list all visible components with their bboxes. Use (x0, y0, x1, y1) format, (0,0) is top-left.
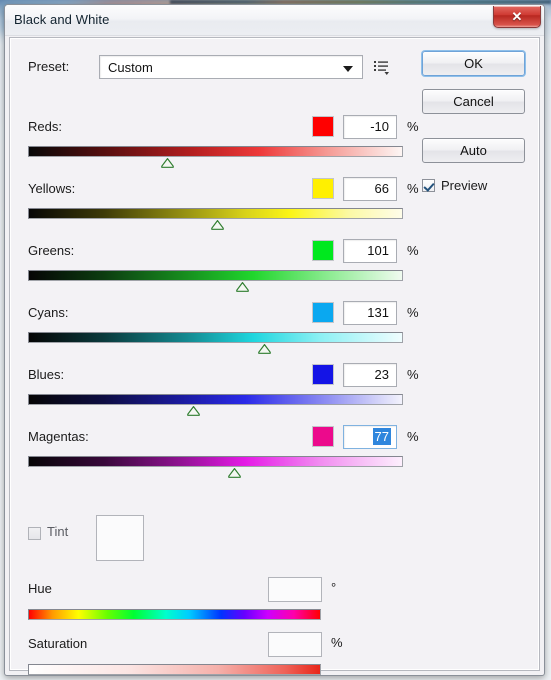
saturation-label: Saturation (28, 636, 88, 651)
preview-checkbox[interactable] (422, 179, 435, 192)
preview-row[interactable]: Preview (422, 178, 525, 193)
channel-input-reds[interactable]: -10 (343, 115, 397, 139)
channel-track-reds[interactable] (28, 146, 403, 157)
channel-value-magentas: 77 (372, 428, 391, 445)
tint-label: Tint (47, 524, 69, 539)
channel-input-greens[interactable]: 101 (343, 239, 397, 263)
channel-unit-reds: % (407, 119, 419, 134)
cancel-button[interactable]: Cancel (422, 89, 525, 114)
hue-gradient-bar[interactable] (28, 609, 321, 620)
channel-thumb-greens[interactable] (235, 282, 249, 292)
channel-thumb-yellows[interactable] (211, 220, 225, 230)
channel-label-yellows: Yellows: (28, 181, 76, 196)
channel-track-magentas[interactable] (28, 456, 403, 467)
preset-options-icon[interactable] (373, 58, 391, 76)
saturation-unit: % (331, 635, 343, 650)
channel-label-greens: Greens: (28, 243, 75, 258)
channel-input-cyans[interactable]: 131 (343, 301, 397, 325)
channel-thumb-magentas[interactable] (228, 468, 242, 478)
channel-track-blues[interactable] (28, 394, 403, 405)
channel-input-magentas[interactable]: 77 (343, 425, 397, 449)
channel-color-swatch-greens (312, 240, 334, 261)
preset-label: Preset: (28, 59, 70, 74)
channel-unit-cyans: % (407, 305, 419, 320)
channel-value-reds: -10 (370, 119, 389, 134)
hue-unit: ° (331, 580, 337, 595)
channel-track-yellows[interactable] (28, 208, 403, 219)
title-bar[interactable]: Black and White ✕ (5, 5, 544, 36)
hue-label: Hue (28, 581, 52, 596)
channel-label-blues: Blues: (28, 367, 65, 382)
channel-input-yellows[interactable]: 66 (343, 177, 397, 201)
channel-label-cyans: Cyans: (28, 305, 69, 320)
dialog-client-area: Preset: Custom Reds: -10% Yellows: 66% Green… (9, 37, 540, 675)
channel-value-yellows: 66 (374, 181, 389, 196)
dialog-title: Black and White (14, 12, 110, 27)
channel-label-magentas: Magentas: (28, 429, 89, 444)
channel-track-greens[interactable] (28, 270, 403, 281)
channel-color-swatch-blues (312, 364, 334, 385)
channel-value-greens: 101 (367, 243, 389, 258)
channel-value-cyans: 131 (367, 305, 389, 320)
preset-dropdown[interactable]: Custom (99, 55, 363, 79)
channel-thumb-blues[interactable] (187, 406, 200, 416)
channel-unit-magentas: % (407, 429, 419, 444)
channel-color-swatch-yellows (312, 178, 334, 199)
preview-label: Preview (441, 178, 488, 193)
preset-selected-value: Custom (108, 60, 153, 75)
saturation-gradient-bar[interactable] (28, 664, 321, 675)
tint-color-swatch[interactable] (96, 515, 144, 561)
channel-thumb-cyans[interactable] (258, 344, 272, 354)
ok-button[interactable]: OK (422, 51, 525, 76)
chevron-down-icon (343, 66, 353, 72)
channel-color-swatch-cyans (312, 302, 334, 323)
channel-input-blues[interactable]: 23 (343, 363, 397, 387)
black-and-white-dialog: Black and White ✕ Preset: Custom Reds: -… (4, 4, 545, 676)
channel-unit-yellows: % (407, 181, 419, 196)
channel-color-swatch-reds (312, 116, 334, 137)
channel-label-reds: Reds: (28, 119, 62, 134)
channel-unit-blues: % (407, 367, 419, 382)
close-button[interactable]: ✕ (493, 6, 541, 28)
tint-checkbox[interactable] (28, 527, 41, 540)
hue-input[interactable] (268, 577, 322, 602)
channel-thumb-reds[interactable] (160, 158, 174, 168)
channel-value-blues: 23 (374, 367, 389, 382)
auto-button[interactable]: Auto (422, 138, 525, 163)
channel-color-swatch-magentas (312, 426, 334, 447)
saturation-input[interactable] (268, 632, 322, 657)
channel-unit-greens: % (407, 243, 419, 258)
close-icon: ✕ (511, 9, 523, 24)
dialog-buttons: OK Cancel Auto Preview (422, 51, 525, 193)
channel-track-cyans[interactable] (28, 332, 403, 343)
